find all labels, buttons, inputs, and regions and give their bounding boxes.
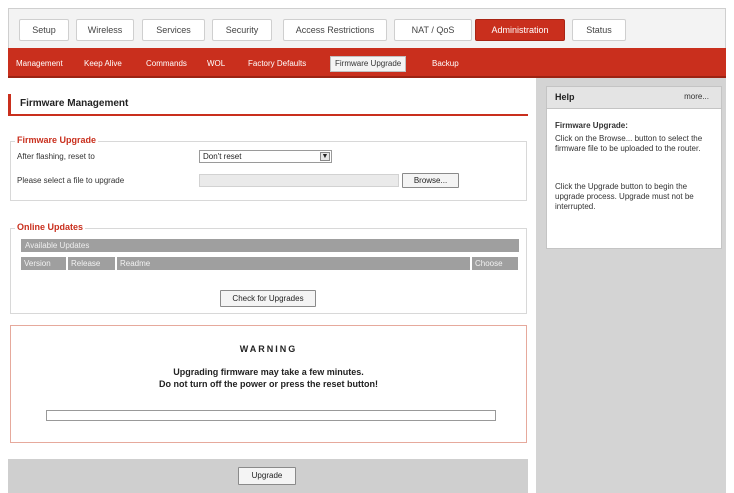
warning-line-2: Do not turn off the power or press the r… — [159, 379, 378, 389]
page-title: Firmware Management — [20, 98, 129, 109]
help-heading: Firmware Upgrade: — [555, 121, 628, 130]
tab-nat-qos[interactable]: NAT / QoS — [394, 19, 472, 41]
reset-select[interactable]: Don't reset ▼ — [199, 150, 332, 163]
help-box: Help more... Firmware Upgrade: Click on … — [546, 86, 722, 249]
browse-button[interactable]: Browse... — [402, 173, 459, 188]
column-version: Version — [21, 257, 67, 270]
upgrade-button[interactable]: Upgrade — [238, 467, 296, 485]
help-sidebar: Help more... Firmware Upgrade: Click on … — [536, 78, 726, 493]
tab-status[interactable]: Status — [572, 19, 626, 41]
main-content: Firmware Management Firmware Upgrade Aft… — [8, 78, 536, 493]
subtab-backup[interactable]: Backup — [432, 57, 459, 73]
column-choose: Choose — [472, 257, 519, 270]
reset-label: After flashing, reset to — [17, 152, 95, 161]
tab-setup[interactable]: Setup — [19, 19, 69, 41]
tab-security[interactable]: Security — [212, 19, 272, 41]
subtab-keep-alive[interactable]: Keep Alive — [84, 57, 122, 73]
warning-title: WARNING — [239, 344, 298, 354]
column-readme: Readme — [117, 257, 471, 270]
file-path-input[interactable] — [199, 174, 399, 187]
subtab-wol[interactable]: WOL — [207, 57, 225, 73]
check-upgrades-button[interactable]: Check for Upgrades — [220, 290, 316, 307]
help-title: Help — [555, 92, 575, 102]
firmware-upgrade-legend: Firmware Upgrade — [15, 135, 99, 145]
online-updates-legend: Online Updates — [15, 222, 86, 232]
help-header: Help more... — [547, 87, 721, 109]
subtab-management[interactable]: Management — [16, 57, 63, 73]
footer-bar: Upgrade — [8, 459, 528, 493]
section-header: Firmware Management — [8, 94, 528, 116]
help-paragraph-1: Click on the Browse... button to select … — [555, 134, 703, 153]
firmware-upgrade-fieldset: Firmware Upgrade After flashing, reset t… — [10, 135, 527, 201]
warning-box: WARNING Upgrading firmware may take a fe… — [10, 325, 527, 443]
tab-administration[interactable]: Administration — [475, 19, 565, 41]
upgrade-progress-bar — [46, 410, 496, 421]
reset-select-value: Don't reset — [203, 152, 242, 161]
tab-access-restrictions[interactable]: Access Restrictions — [283, 19, 387, 41]
warning-line-1: Upgrading firmware may take a few minute… — [173, 367, 364, 377]
top-navigation: Setup Wireless Services Security Access … — [8, 8, 726, 48]
sub-navigation: Management Keep Alive Commands WOL Facto… — [8, 48, 726, 78]
subtab-factory-defaults[interactable]: Factory Defaults — [248, 57, 306, 73]
column-release: Release — [68, 257, 116, 270]
online-updates-fieldset: Online Updates Available Updates Version… — [10, 222, 527, 314]
tab-services[interactable]: Services — [142, 19, 205, 41]
help-more-link[interactable]: more... — [684, 92, 709, 101]
file-label: Please select a file to upgrade — [17, 176, 125, 185]
help-paragraph-2: Click the Upgrade button to begin the up… — [555, 182, 694, 211]
chevron-down-icon: ▼ — [320, 152, 330, 161]
subtab-firmware-upgrade[interactable]: Firmware Upgrade — [330, 56, 407, 72]
subtab-commands[interactable]: Commands — [146, 57, 187, 73]
tab-wireless[interactable]: Wireless — [76, 19, 134, 41]
available-updates-bar: Available Updates — [21, 239, 519, 252]
